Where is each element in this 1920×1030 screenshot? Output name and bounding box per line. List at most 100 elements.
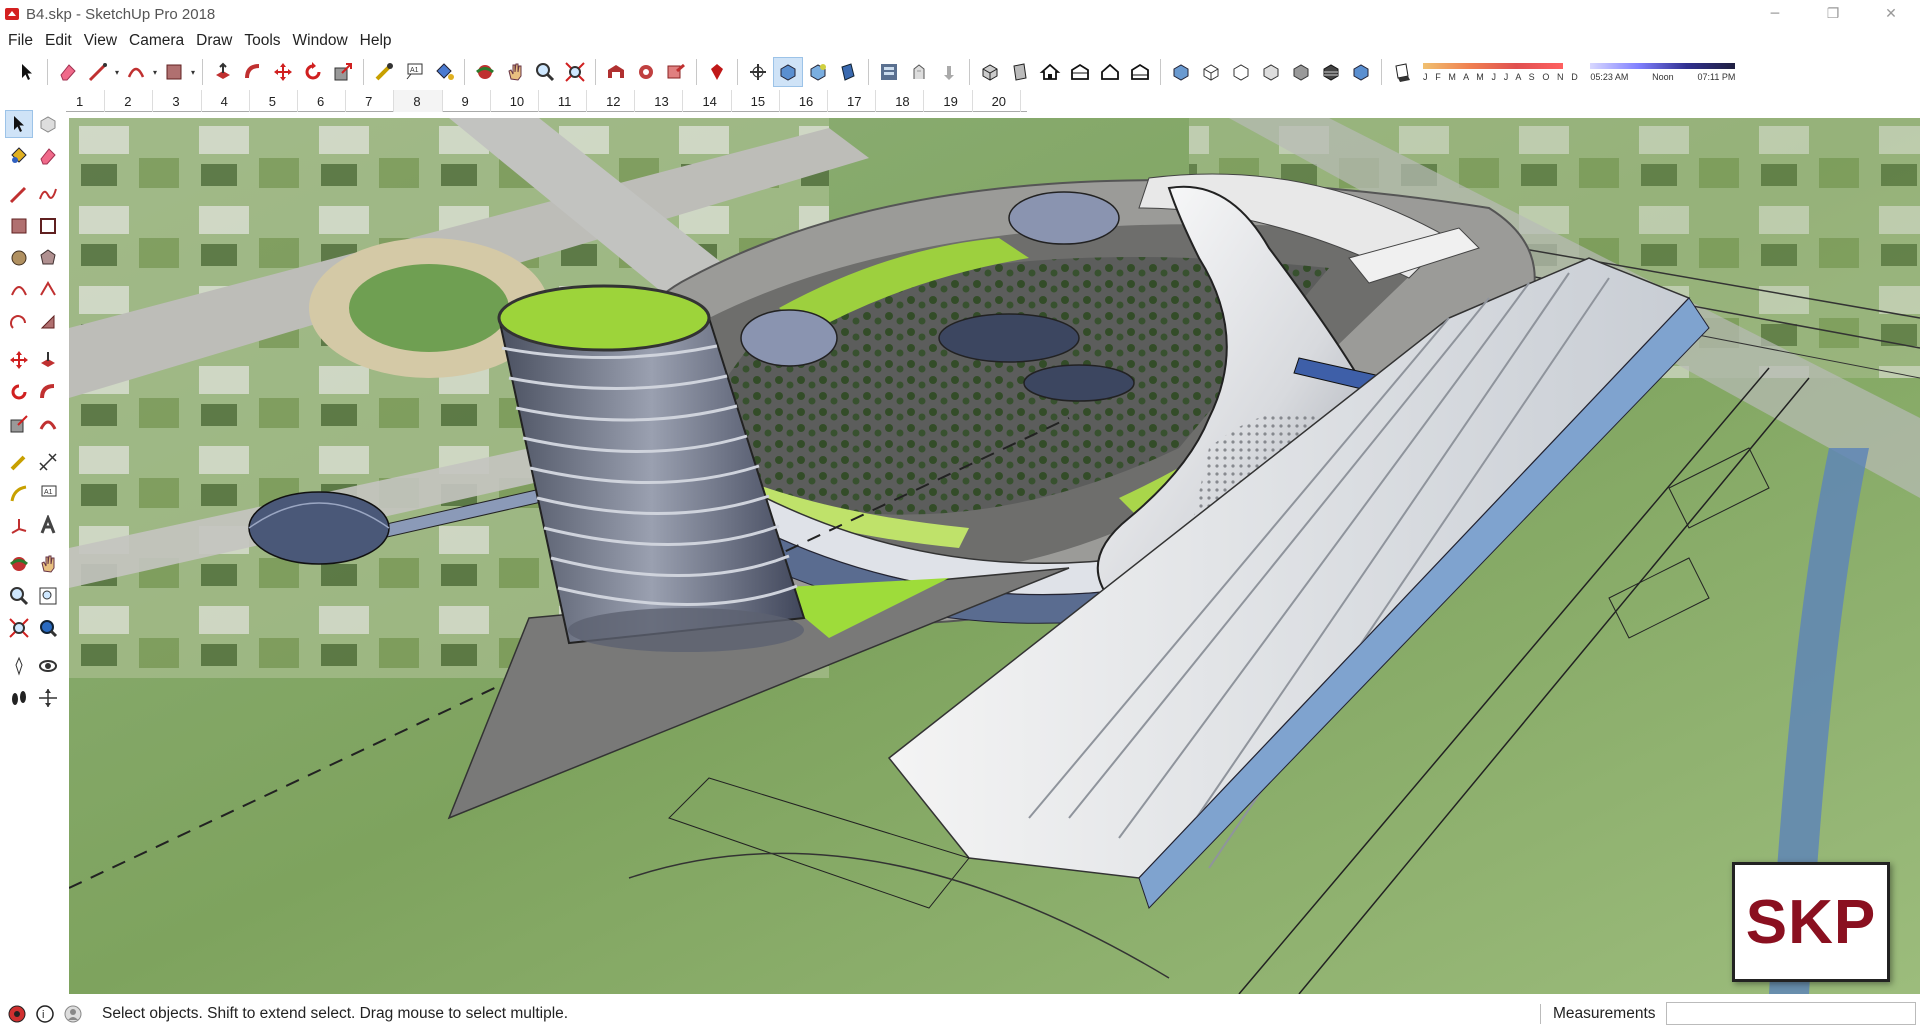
iso-view-icon[interactable] [975,57,1005,87]
rotate-tool-icon[interactable] [298,57,328,87]
push-pull-icon[interactable] [34,346,62,374]
look-around-icon[interactable] [34,652,62,680]
protractor-icon[interactable] [5,480,33,508]
menu-edit[interactable]: Edit [39,32,78,50]
materials-style-icon[interactable] [1346,57,1376,87]
scene-tab-10[interactable]: 10 [491,90,539,112]
right-view-icon[interactable] [1065,57,1095,87]
scene-tab-19[interactable]: 19 [924,90,973,112]
model-viewport[interactable]: SKP [69,118,1920,994]
top-view-icon[interactable] [1005,57,1035,87]
line-tool-icon[interactable] [83,57,113,87]
pan-icon[interactable] [34,550,62,578]
move-icon[interactable] [5,346,33,374]
scene-tab-2[interactable]: 2 [105,90,154,112]
arc-tool-icon[interactable] [121,57,151,87]
shaded-style-icon[interactable] [1256,57,1286,87]
shadow-date-slider[interactable]: J F M A M J J A S O N D [1423,57,1580,87]
offset-icon[interactable] [34,410,62,438]
scene-tab-6[interactable]: 6 [298,90,347,112]
push-pull-tool-icon[interactable] [208,57,238,87]
front-view-icon[interactable] [1035,57,1065,87]
credits-icon[interactable]: i [34,1003,56,1025]
menu-file[interactable]: File [2,32,39,50]
scene-tab-16[interactable]: 16 [780,90,828,112]
monochrome-style-icon[interactable] [1316,57,1346,87]
line-dropdown-icon[interactable]: ▾ [113,57,121,87]
rectangle-icon[interactable] [5,212,33,240]
section-plane-icon[interactable] [833,57,863,87]
eraser-tool-icon[interactable] [53,57,83,87]
extension-warehouse-icon[interactable] [631,57,661,87]
tape-measure-tool-icon[interactable] [369,57,399,87]
pan-tool-icon[interactable] [500,57,530,87]
zoom-window-icon[interactable] [34,582,62,610]
axes-icon[interactable] [5,512,33,540]
back-edges-style-icon[interactable] [803,57,833,87]
orbit-icon[interactable] [5,550,33,578]
orbit-tool-icon[interactable] [470,57,500,87]
polygon-icon[interactable] [34,244,62,272]
3d-text-icon[interactable] [34,512,62,540]
close-button[interactable]: ✕ [1862,0,1920,28]
section-plane-tool-icon[interactable] [34,684,62,712]
scene-tab-9[interactable]: 9 [443,90,491,112]
restore-button[interactable]: ❐ [1804,0,1862,28]
rectangle-tool-icon[interactable] [159,57,189,87]
select-tool-icon[interactable] [5,110,33,138]
follow-me-tool-icon[interactable] [238,57,268,87]
circle-icon[interactable] [5,244,33,272]
warehouse-icon[interactable] [601,57,631,87]
xray-style-icon[interactable] [773,57,803,87]
zoom-extents-tool-icon[interactable] [560,57,590,87]
menu-window[interactable]: Window [287,32,354,50]
scene-tab-3[interactable]: 3 [153,90,202,112]
scene-tab-13[interactable]: 13 [635,90,684,112]
minimize-button[interactable]: ─ [1746,0,1804,28]
geo-location-icon[interactable] [6,1003,28,1025]
axes-tool-icon[interactable] [743,57,773,87]
paint-materials-icon[interactable] [904,57,934,87]
arc-dropdown-icon[interactable]: ▾ [151,57,159,87]
pie-icon[interactable] [34,308,62,336]
two-point-arc-icon[interactable] [34,276,62,304]
shaded-textures-style-icon[interactable] [1286,57,1316,87]
shadow-time-bar[interactable] [1590,62,1736,69]
scene-tab-11[interactable]: 11 [539,90,588,112]
paint-bucket-tool-icon[interactable] [429,57,459,87]
follow-me-icon[interactable] [34,378,62,406]
freehand-icon[interactable] [34,180,62,208]
zoom-tool-icon[interactable] [530,57,560,87]
left-view-icon[interactable] [1125,57,1155,87]
line-icon[interactable] [5,180,33,208]
inference-lock-icon[interactable] [934,57,964,87]
menu-help[interactable]: Help [354,32,398,50]
paint-bucket-icon[interactable] [5,142,33,170]
ruby-console-icon[interactable] [702,57,732,87]
rotate-icon[interactable] [5,378,33,406]
make-component-icon[interactable] [34,110,62,138]
arc-icon[interactable] [5,276,33,304]
scene-tab-12[interactable]: 12 [587,90,636,112]
text-icon[interactable]: A1 [34,480,62,508]
menu-view[interactable]: View [78,32,123,50]
outliner-icon[interactable] [874,57,904,87]
scene-tab-18[interactable]: 18 [876,90,925,112]
walk-icon[interactable] [5,684,33,712]
back-view-icon[interactable] [1095,57,1125,87]
previous-view-icon[interactable] [34,614,62,642]
measurements-input[interactable] [1666,1002,1916,1025]
xray-face-style-icon[interactable] [1166,57,1196,87]
select-tool-icon[interactable] [12,57,42,87]
hidden-line-style-icon[interactable] [1226,57,1256,87]
scene-tab-8[interactable]: 8 [394,90,443,112]
scene-tab-14[interactable]: 14 [683,90,732,112]
share-model-icon[interactable] [661,57,691,87]
tape-measure-icon[interactable] [5,448,33,476]
position-camera-icon[interactable] [5,652,33,680]
scene-tab-15[interactable]: 15 [732,90,780,112]
shadow-time-slider[interactable]: 05:23 AM Noon 07:11 PM [1590,57,1736,87]
scale-tool-icon[interactable] [328,57,358,87]
eraser-icon[interactable] [34,142,62,170]
zoom-icon[interactable] [5,582,33,610]
